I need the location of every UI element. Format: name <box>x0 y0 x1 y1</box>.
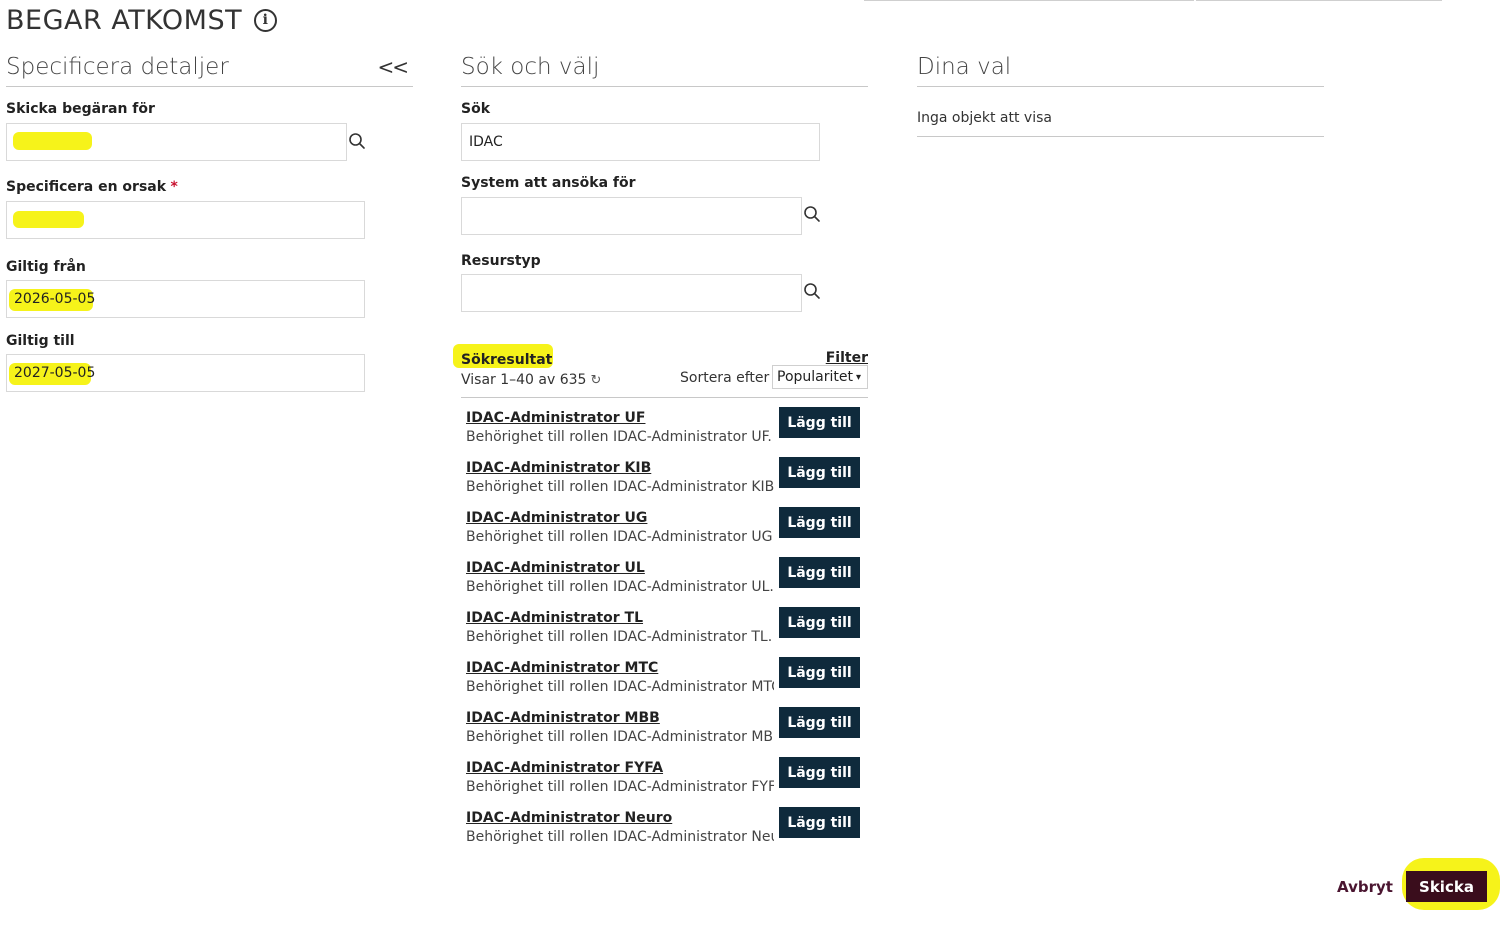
page-title: BEGAR ATKOMST i <box>6 3 278 37</box>
selection-panel: Dina val Inga objekt att visa <box>917 52 1324 137</box>
results-divider <box>461 397 868 398</box>
top-divider-right <box>1196 0 1442 1</box>
result-row: IDAC-Administrator KIB Behörighet till ro… <box>466 457 868 510</box>
search-panel: Sök och välj Sök IDAC System att ansöka … <box>453 52 868 845</box>
add-button[interactable]: Lägg till <box>779 757 860 788</box>
submit-button[interactable]: Skicka <box>1406 871 1487 902</box>
sort-select[interactable]: Popularitet ▾ <box>772 365 868 389</box>
search-input-value: IDAC <box>469 134 503 150</box>
valid-to-field: Giltig till <box>6 332 75 350</box>
details-panel: Specificera detaljer << Skicka begäran f… <box>6 52 413 392</box>
details-header: Specificera detaljer << <box>6 52 413 87</box>
sort-label: Sortera efter <box>680 370 770 386</box>
result-name-link[interactable]: IDAC-Administrator TL <box>466 610 643 626</box>
request-for-label: Skicka begäran för <box>6 101 155 117</box>
result-row: IDAC-Administrator MBB Behörighet till ro… <box>466 707 868 760</box>
search-input[interactable]: IDAC <box>461 123 820 161</box>
result-description: Behörighet till rollen IDAC-Administrato… <box>466 479 774 495</box>
result-description: Behörighet till rollen IDAC-Administrato… <box>466 579 774 595</box>
result-row: IDAC-Administrator MTC Behörighet till ro… <box>466 657 868 710</box>
valid-to-label: Giltig till <box>6 333 75 349</box>
result-list: IDAC-Administrator UF Behörighet till rol… <box>466 407 868 860</box>
add-button[interactable]: Lägg till <box>779 657 860 688</box>
selection-divider <box>917 136 1324 137</box>
search-icon[interactable] <box>802 204 822 224</box>
details-title: Specificera detaljer <box>6 54 229 80</box>
empty-selection-text: Inga objekt att visa <box>917 110 1052 126</box>
result-row: IDAC-Administrator Neuro Behörighet till … <box>466 807 868 860</box>
result-description: Behörighet till rollen IDAC-Administrato… <box>466 779 774 795</box>
sort-select-value: Popularitet <box>777 369 853 385</box>
result-row: IDAC-Administrator UF Behörighet till rol… <box>466 407 868 460</box>
result-name-link[interactable]: IDAC-Administrator MBB <box>466 710 660 726</box>
results-title: Sökresultat <box>461 352 553 368</box>
result-name-link[interactable]: IDAC-Administrator FYFA <box>466 760 663 776</box>
result-name-link[interactable]: IDAC-Administrator MTC <box>466 660 658 676</box>
valid-from-input[interactable]: 2026-05-05 <box>6 280 365 318</box>
required-marker: * <box>170 179 178 195</box>
cancel-button[interactable]: Avbryt <box>1337 878 1393 896</box>
valid-from-field: Giltig från <box>6 258 86 276</box>
resource-type-input[interactable] <box>461 274 802 312</box>
resource-type-label: Resurstyp <box>461 253 541 269</box>
result-row: IDAC-Administrator TL Behörighet till rol… <box>466 607 868 660</box>
system-label: System att ansöka för <box>461 175 636 191</box>
valid-from-label: Giltig från <box>6 259 86 275</box>
add-button[interactable]: Lägg till <box>779 557 860 588</box>
add-button[interactable]: Lägg till <box>779 607 860 638</box>
selection-header: Dina val <box>917 52 1324 87</box>
add-button[interactable]: Lägg till <box>779 507 860 538</box>
reason-input[interactable] <box>6 201 365 239</box>
result-description: Behörighet till rollen IDAC-Administrato… <box>466 429 774 445</box>
system-input[interactable] <box>461 197 802 235</box>
valid-to-value: 2027-05-05 <box>14 365 96 381</box>
search-icon[interactable] <box>802 281 822 301</box>
result-name-link[interactable]: IDAC-Administrator UG <box>466 510 647 526</box>
result-row: IDAC-Administrator UG Behörighet till rol… <box>466 507 868 560</box>
result-row: IDAC-Administrator UL Behörighet till rol… <box>466 557 868 610</box>
add-button[interactable]: Lägg till <box>779 457 860 488</box>
results-count: Visar 1–40 av 635 ↻ <box>461 372 601 388</box>
search-panel-title: Sök och välj <box>461 54 600 80</box>
result-name-link[interactable]: IDAC-Administrator UL <box>466 560 645 576</box>
search-icon[interactable] <box>347 131 367 151</box>
request-for-field: Skicka begäran för <box>6 100 155 118</box>
collapse-button[interactable]: << <box>377 55 408 79</box>
reason-field: Specificera en orsak * <box>6 178 178 196</box>
results-count-text: Visar 1–40 av 635 <box>461 372 587 388</box>
result-name-link[interactable]: IDAC-Administrator UF <box>466 410 645 426</box>
search-label: Sök <box>461 101 491 117</box>
info-icon[interactable]: i <box>254 8 278 32</box>
result-name-link[interactable]: IDAC-Administrator Neuro <box>466 810 672 826</box>
filter-link[interactable]: Filter <box>826 350 868 366</box>
result-description: Behörighet till rollen IDAC-Administrato… <box>466 729 774 745</box>
chevron-down-icon: ▾ <box>855 371 862 383</box>
selection-title: Dina val <box>917 54 1012 80</box>
search-field: Sök <box>461 100 490 118</box>
add-button[interactable]: Lägg till <box>779 707 860 738</box>
add-button[interactable]: Lägg till <box>779 807 860 838</box>
redaction-highlight <box>13 132 92 150</box>
request-for-input[interactable] <box>6 123 347 161</box>
top-divider-left <box>864 0 1194 1</box>
result-description: Behörighet till rollen IDAC-Administrato… <box>466 529 774 545</box>
page-title-text: BEGAR ATKOMST <box>6 4 243 36</box>
result-description: Behörighet till rollen IDAC-Administrato… <box>466 629 774 645</box>
redaction-highlight <box>13 211 84 228</box>
result-description: Behörighet till rollen IDAC-Administrato… <box>466 679 774 695</box>
valid-to-input[interactable]: 2027-05-05 <box>6 354 365 392</box>
reason-label: Specificera en orsak <box>6 179 167 195</box>
valid-from-value: 2026-05-05 <box>14 291 96 307</box>
add-button[interactable]: Lägg till <box>779 407 860 438</box>
system-field: System att ansöka för <box>461 174 636 192</box>
result-row: IDAC-Administrator FYFA Behörighet till r… <box>466 757 868 810</box>
result-name-link[interactable]: IDAC-Administrator KIB <box>466 460 651 476</box>
search-header: Sök och välj <box>461 52 868 87</box>
refresh-icon[interactable]: ↻ <box>590 373 601 388</box>
resource-type-field: Resurstyp <box>461 252 541 270</box>
result-description: Behörighet till rollen IDAC-Administrato… <box>466 829 774 845</box>
